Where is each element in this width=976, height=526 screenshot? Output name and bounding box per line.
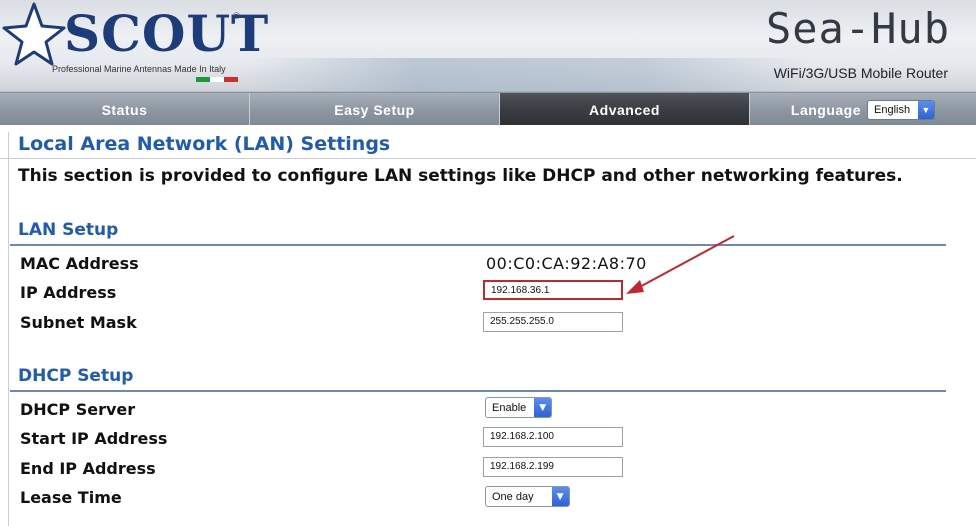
language-label: Language (790, 101, 862, 118)
flag-green (196, 77, 210, 82)
end-ip-label: End IP Address (20, 459, 156, 478)
dhcp-setup-title: DHCP Setup (18, 366, 134, 386)
ip-address-label: IP Address (20, 283, 117, 302)
page-description: This section is provided to configure LA… (18, 166, 903, 186)
subnet-mask-label: Subnet Mask (20, 313, 137, 332)
lease-time-value: One day (492, 490, 534, 503)
mac-address-label: MAC Address (20, 254, 139, 273)
start-ip-input[interactable]: 192.168.2.100 (483, 427, 623, 447)
italian-flag (196, 77, 238, 82)
language-dropdown[interactable]: English ▼ (867, 99, 936, 120)
chevron-down-icon[interactable]: ▼ (918, 100, 935, 119)
flag-white (210, 77, 224, 82)
language-selector: Language English ▼ (750, 93, 976, 126)
dhcp-setup-divider (10, 390, 946, 392)
logo-tagline: Professional Marine Antennas Made In Ita… (52, 64, 226, 74)
subnet-mask-input[interactable]: 255.255.255.0 (483, 312, 623, 332)
header-banner: SCOUT ® Professional Marine Antennas Mad… (0, 0, 976, 92)
lease-time-select[interactable]: One day ▼ (485, 486, 570, 507)
arrow-icon (626, 235, 735, 294)
dhcp-server-value: Enable (492, 401, 527, 414)
dhcp-server-label: DHCP Server (20, 400, 136, 419)
product-title: Sea-Hub (765, 4, 950, 53)
language-value: English (874, 103, 911, 116)
chevron-down-icon[interactable]: ▼ (551, 487, 569, 506)
product-subtitle: WiFi/3G/USB Mobile Router (773, 65, 948, 81)
content-border (8, 132, 9, 526)
tab-status[interactable]: Status (0, 93, 250, 126)
dhcp-server-select[interactable]: Enable ▼ (485, 397, 553, 418)
tab-advanced[interactable]: Advanced (500, 93, 750, 126)
start-ip-label: Start IP Address (20, 429, 168, 448)
lan-setup-divider (10, 244, 946, 246)
title-divider (0, 158, 976, 159)
tab-easy-setup[interactable]: Easy Setup (250, 93, 500, 126)
chevron-down-icon[interactable]: ▼ (534, 398, 552, 417)
star-icon (2, 2, 66, 66)
end-ip-input[interactable]: 192.168.2.199 (483, 457, 623, 477)
page-title: Local Area Network (LAN) Settings (18, 133, 391, 155)
lan-setup-title: LAN Setup (18, 220, 119, 240)
flag-red (224, 77, 238, 82)
registered-mark: ® (232, 12, 241, 22)
main-nav: Status Easy Setup Advanced Language Engl… (0, 92, 976, 126)
lease-time-label: Lease Time (20, 488, 122, 507)
banner-sea-image (250, 58, 810, 92)
